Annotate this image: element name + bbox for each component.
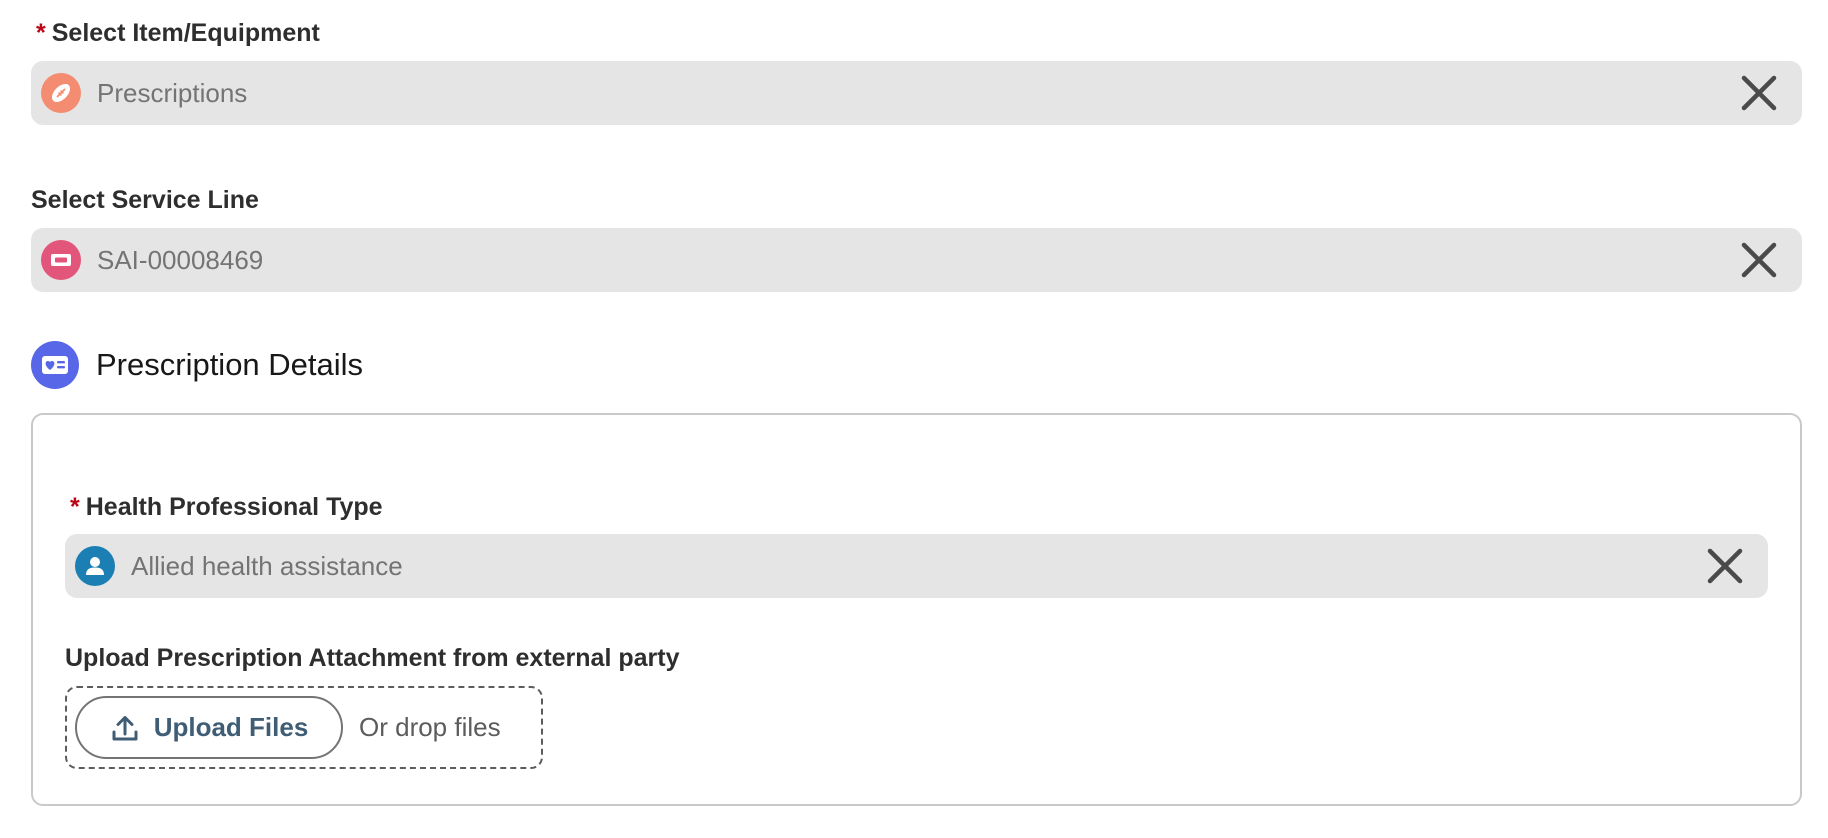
user-icon bbox=[75, 546, 115, 586]
health-professional-type-label-text: Health Professional Type bbox=[85, 493, 383, 521]
service-line-lookup[interactable]: SAI-00008469 bbox=[31, 228, 1802, 292]
clear-item-equipment-button[interactable] bbox=[1736, 70, 1782, 116]
file-drop-zone[interactable]: Upload Files Or drop files bbox=[65, 686, 543, 769]
close-icon bbox=[1741, 75, 1777, 111]
upload-icon bbox=[112, 715, 138, 740]
football-icon bbox=[41, 73, 81, 113]
item-equipment-label-text: Select Item/Equipment bbox=[51, 19, 320, 47]
item-equipment-lookup[interactable]: Prescriptions bbox=[31, 61, 1802, 125]
upload-files-label: Upload Files bbox=[153, 712, 309, 742]
upload-files-button[interactable]: Upload Files bbox=[75, 696, 343, 759]
close-icon bbox=[1741, 242, 1777, 278]
item-equipment-value: Prescriptions bbox=[97, 77, 248, 108]
clear-health-professional-type-button[interactable] bbox=[1702, 543, 1748, 589]
item-equipment-label: * Select Item/Equipment bbox=[36, 18, 320, 48]
close-icon bbox=[1707, 548, 1743, 584]
ticket-icon bbox=[41, 240, 81, 280]
clear-service-line-button[interactable] bbox=[1736, 237, 1782, 283]
health-professional-type-value: Allied health assistance bbox=[131, 550, 403, 581]
id-card-heart-icon bbox=[31, 341, 79, 389]
upload-attachment-label-text: Upload Prescription Attachment from exte… bbox=[65, 644, 680, 672]
drop-files-text: Or drop files bbox=[359, 712, 501, 742]
required-marker: * bbox=[70, 493, 80, 521]
section-title: Prescription Details bbox=[96, 347, 364, 382]
service-line-label-text: Select Service Line bbox=[31, 186, 259, 214]
health-professional-type-label: * Health Professional Type bbox=[70, 492, 383, 522]
service-line-value: SAI-00008469 bbox=[97, 244, 264, 275]
prescription-details-header: Prescription Details bbox=[31, 341, 363, 389]
upload-attachment-label: Upload Prescription Attachment from exte… bbox=[65, 643, 679, 673]
required-marker: * bbox=[36, 19, 46, 47]
service-line-label: Select Service Line bbox=[31, 185, 259, 215]
health-professional-type-lookup[interactable]: Allied health assistance bbox=[65, 534, 1768, 598]
